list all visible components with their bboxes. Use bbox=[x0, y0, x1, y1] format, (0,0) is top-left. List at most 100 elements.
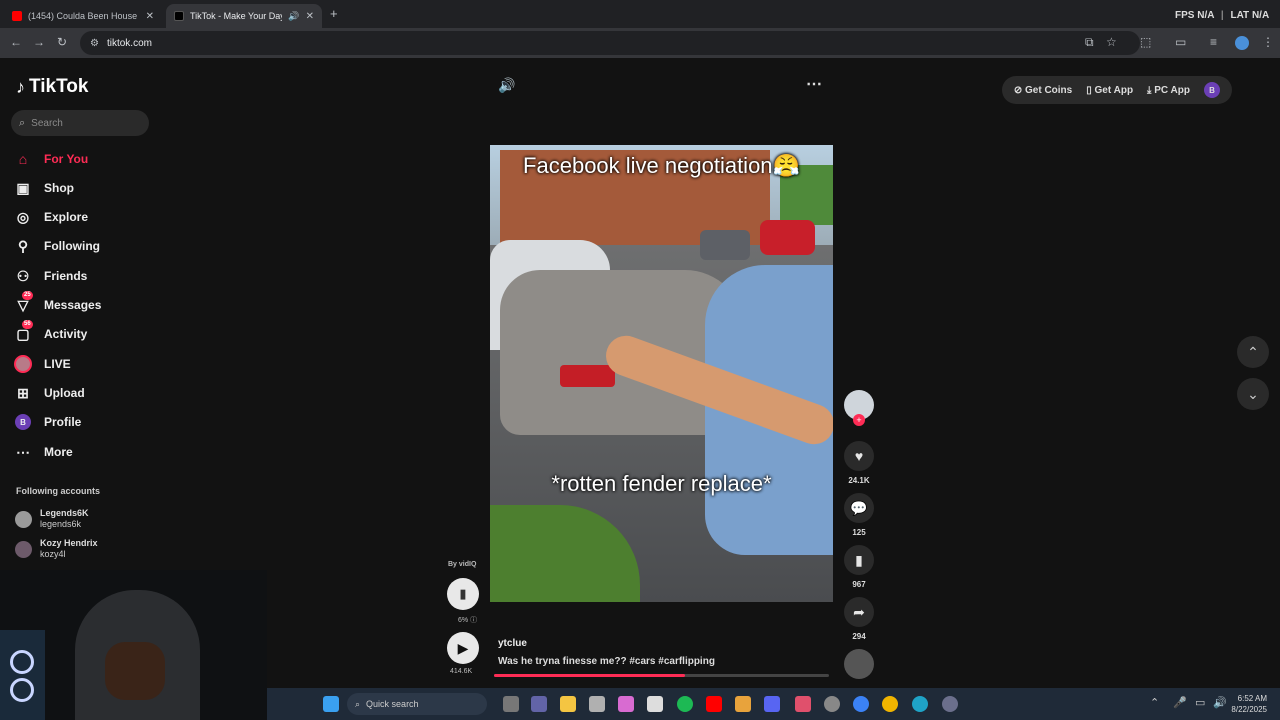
file-explorer-icon[interactable] bbox=[560, 696, 576, 712]
share-action[interactable]: ➦ 294 bbox=[843, 597, 875, 641]
discord-icon[interactable] bbox=[764, 696, 780, 712]
nav-label: Shop bbox=[44, 181, 74, 195]
spotify-icon[interactable] bbox=[677, 696, 693, 712]
fps-indicator: FPS N/A | LAT N/A bbox=[1175, 10, 1270, 21]
volume-icon[interactable]: 🔊 bbox=[1213, 696, 1227, 709]
cast-icon[interactable]: ▭ bbox=[1175, 35, 1186, 49]
progress-track[interactable] bbox=[494, 674, 829, 677]
media-player-icon[interactable] bbox=[853, 696, 869, 712]
teams-icon[interactable] bbox=[531, 696, 547, 712]
app-f-icon[interactable] bbox=[795, 696, 811, 712]
tiktok-logo[interactable]: ♪ TikTok bbox=[16, 76, 88, 98]
nav-for-you[interactable]: ⌂ For You bbox=[14, 150, 88, 168]
coin-icon: ⊘ bbox=[1013, 84, 1023, 96]
previous-video-button[interactable]: ⌃ bbox=[1237, 336, 1269, 368]
tray-chevron-icon[interactable]: ⌃ bbox=[1150, 696, 1159, 709]
creator-avatar[interactable]: + bbox=[843, 390, 875, 426]
shopping-bag-icon: ▣ bbox=[16, 179, 30, 196]
following-account[interactable]: Legends6K legends6k bbox=[15, 508, 89, 530]
following-account[interactable]: Kozy Hendrix kozy4l bbox=[15, 538, 98, 560]
account-name: Legends6K bbox=[40, 508, 89, 518]
chrome-icon[interactable] bbox=[882, 696, 898, 712]
bookmark-icon[interactable]: ▮ bbox=[844, 545, 874, 575]
close-icon[interactable]: ✕ bbox=[306, 11, 314, 22]
vidiq-stats-button[interactable]: ▮ bbox=[447, 578, 479, 610]
follow-plus-icon[interactable]: + bbox=[853, 414, 865, 426]
menu-lines-icon[interactable]: ≡ bbox=[1210, 35, 1217, 49]
comment-action[interactable]: 💬 125 bbox=[843, 493, 875, 537]
copilot-icon[interactable] bbox=[618, 696, 634, 712]
tiktok-favicon-icon bbox=[174, 11, 184, 21]
following-icon: ⚲ bbox=[17, 237, 29, 254]
next-video-button[interactable]: ⌄ bbox=[1237, 378, 1269, 410]
nav-more[interactable]: ⋯ More bbox=[14, 443, 73, 461]
friends-icon: ⚇ bbox=[16, 267, 30, 284]
nav-label: For You bbox=[44, 152, 89, 166]
app-arrow-icon[interactable] bbox=[942, 696, 958, 712]
nav-label: Activity bbox=[44, 327, 88, 341]
nav-profile[interactable]: B Profile bbox=[14, 413, 81, 431]
save-action[interactable]: ▮ 967 bbox=[843, 545, 875, 589]
taskbar-search[interactable]: ⌕ Quick search bbox=[347, 693, 487, 715]
user-avatar[interactable]: B bbox=[1204, 82, 1220, 98]
nav-shop[interactable]: ▣ Shop bbox=[14, 179, 74, 197]
speaker-icon[interactable]: 🔊 bbox=[288, 11, 299, 22]
site-info-icon[interactable]: ⚙ bbox=[90, 38, 99, 49]
windows-start-icon[interactable] bbox=[323, 696, 339, 712]
info-icon[interactable]: ⓘ bbox=[470, 617, 477, 624]
address-bar[interactable]: ⚙ tiktok.com bbox=[80, 31, 1140, 55]
more-options-icon[interactable]: ⋯ bbox=[806, 74, 822, 94]
get-coins-button[interactable]: ⊘ Get Coins bbox=[1014, 85, 1072, 96]
clock[interactable]: 6:52 AM 8/22/2025 bbox=[1227, 693, 1267, 715]
nav-upload[interactable]: ⊞ Upload bbox=[14, 384, 85, 402]
like-action[interactable]: ♥ 24.1K bbox=[843, 441, 875, 485]
obs-icon[interactable] bbox=[824, 696, 840, 712]
video-author[interactable]: ytclue bbox=[498, 638, 527, 649]
save-count: 967 bbox=[852, 580, 866, 589]
install-app-icon[interactable]: ⧉ bbox=[1085, 35, 1094, 50]
bookmark-star-icon[interactable]: ☆ bbox=[1106, 35, 1117, 49]
search-input[interactable]: ⌕ Search bbox=[11, 110, 149, 136]
forward-icon[interactable]: → bbox=[33, 35, 45, 49]
nav-explore[interactable]: ◎ Explore bbox=[14, 208, 88, 226]
get-app-button[interactable]: ▯ Get App bbox=[1086, 85, 1133, 96]
sound-disc[interactable] bbox=[843, 649, 875, 679]
live-avatar-icon bbox=[14, 355, 32, 373]
extensions-icon[interactable]: ⬚ bbox=[1140, 35, 1151, 49]
notepad-icon[interactable] bbox=[647, 696, 663, 712]
pc-app-button[interactable]: ⤓ PC App bbox=[1147, 85, 1190, 96]
edge-icon[interactable] bbox=[912, 696, 928, 712]
nav-live[interactable]: LIVE bbox=[14, 355, 71, 373]
back-icon[interactable]: ← bbox=[10, 35, 22, 49]
nav-messages[interactable]: ▽ 25 Messages bbox=[14, 291, 101, 314]
store-icon[interactable] bbox=[589, 696, 605, 712]
close-icon[interactable]: ✕ bbox=[146, 11, 154, 22]
youtube-icon[interactable] bbox=[706, 696, 722, 712]
taskbar-search-label: Quick search bbox=[366, 699, 419, 709]
video-caption-top: Facebook live negotiation😤 bbox=[523, 153, 800, 178]
play-button[interactable]: ▶ bbox=[447, 632, 479, 664]
tail-light bbox=[560, 365, 615, 387]
nav-following[interactable]: ⚲ Following bbox=[14, 237, 100, 255]
comment-icon[interactable]: 💬 bbox=[844, 493, 874, 523]
network-icon[interactable]: ▭ bbox=[1195, 696, 1205, 709]
case-fan bbox=[10, 650, 34, 674]
heart-icon[interactable]: ♥ bbox=[844, 441, 874, 471]
nav-label: Profile bbox=[44, 415, 82, 429]
mic-icon[interactable]: 🎤 bbox=[1173, 696, 1187, 709]
video-player[interactable]: Facebook live negotiation😤 *rotten fende… bbox=[490, 145, 833, 602]
reload-icon[interactable]: ↻ bbox=[57, 35, 67, 49]
nav-friends[interactable]: ⚇ Friends bbox=[14, 267, 88, 285]
kebab-menu-icon[interactable]: ⋮ bbox=[1262, 35, 1274, 49]
volume-icon[interactable]: 🔊 bbox=[498, 77, 515, 94]
share-icon[interactable]: ➦ bbox=[844, 597, 874, 627]
app-icon[interactable] bbox=[735, 696, 751, 712]
tab-youtube[interactable]: (1454) Coulda Been House 2, E ✕ bbox=[4, 4, 162, 28]
tab-tiktok[interactable]: TikTok - Make Your Day 🔊 ✕ bbox=[166, 4, 322, 28]
webcam-overlay bbox=[0, 570, 267, 720]
task-view-icon[interactable] bbox=[503, 696, 519, 712]
play-icon: ▶ bbox=[457, 639, 469, 656]
profile-avatar-icon[interactable] bbox=[1235, 36, 1249, 50]
new-tab-icon[interactable]: + bbox=[330, 6, 338, 21]
nav-activity[interactable]: ▢ 56 Activity bbox=[14, 320, 88, 343]
